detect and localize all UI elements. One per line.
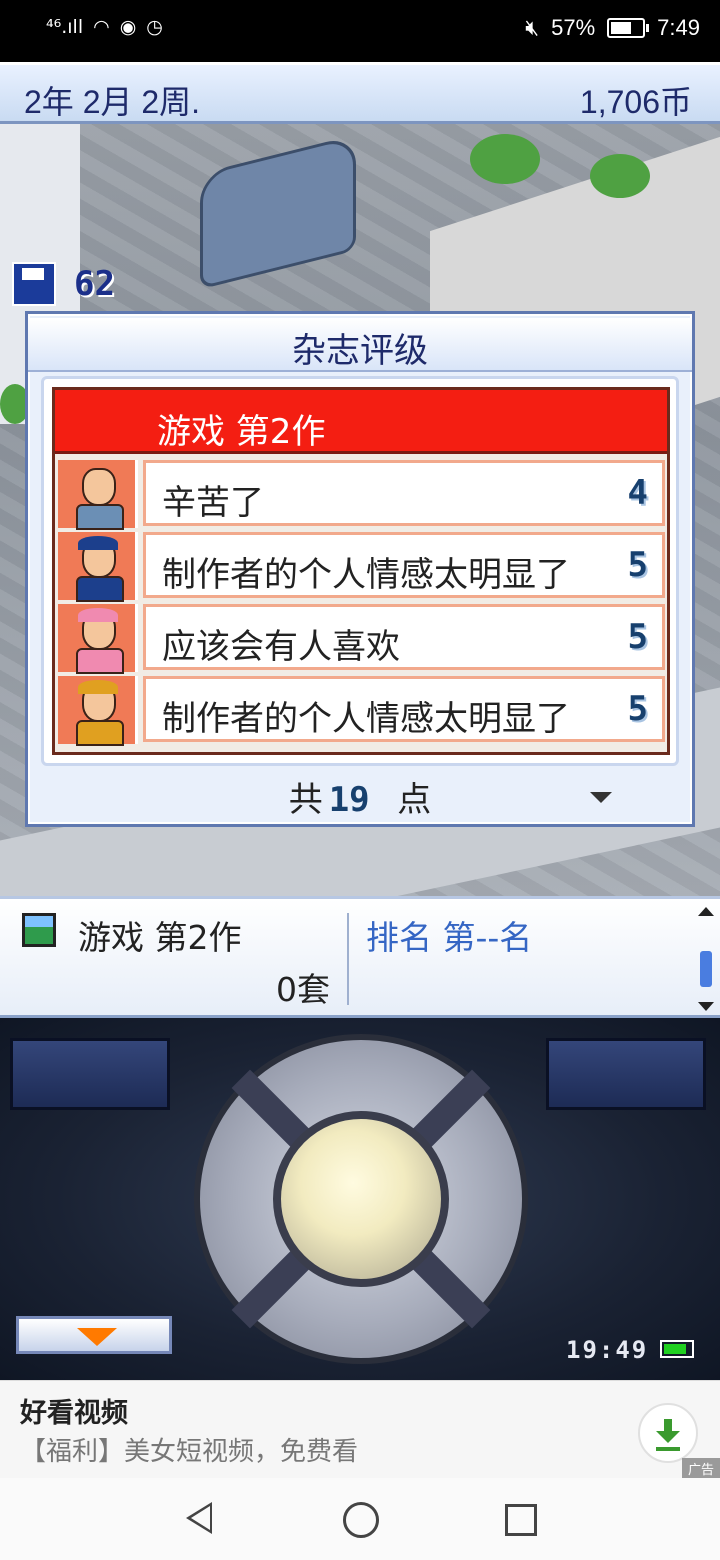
avatar-body [76, 720, 124, 746]
left-soft-button[interactable] [10, 1038, 170, 1110]
review-score: 5 [627, 617, 648, 657]
total-suffix: 点 [397, 780, 432, 820]
review-comment: 制作者的个人情感太明显了 [162, 555, 570, 595]
info-rank: 排名 第--名 [366, 918, 533, 957]
scroll-thumb[interactable] [700, 951, 712, 987]
download-arrow-head [656, 1431, 680, 1443]
battery-icon [607, 18, 650, 38]
home-icon[interactable] [343, 1502, 379, 1538]
review-comment-box: 辛苦了 4 [143, 460, 665, 526]
status-left: ⁴⁶.ıll ◠ ◉ ◷ [46, 16, 163, 38]
reviewer-avatar [58, 676, 138, 746]
review-comment-box: 应该会有人喜欢 5 [143, 604, 665, 670]
right-soft-button[interactable] [546, 1038, 706, 1110]
tree-sprite [590, 154, 650, 198]
timer-icon: ◷ [146, 16, 163, 38]
ad-tag: 广告 [681, 1458, 720, 1479]
download-base [656, 1447, 680, 1451]
game-battery-fill [664, 1344, 686, 1354]
game-clock: 19:49 [566, 1336, 649, 1364]
review-header: 游戏 第2作 [55, 390, 667, 454]
menu-button[interactable] [16, 1316, 172, 1354]
review-score: 5 [627, 545, 648, 585]
wifi-icon: ◠ [93, 16, 110, 38]
divider [347, 913, 349, 1005]
game-info-panel: 游戏 第2作 0套 排名 第--名 [0, 896, 720, 1018]
next-arrow-icon[interactable] [590, 792, 612, 803]
avatar-face [82, 468, 116, 506]
game-date: 2年 2月 2周. [24, 84, 201, 120]
info-sales: 0套 [276, 970, 330, 1009]
total-prefix: 共 [288, 780, 323, 820]
mute-icon: 🔇︎ [525, 15, 540, 40]
tree-sprite [470, 134, 540, 184]
center-action-button[interactable] [273, 1111, 449, 1287]
avatar-body [76, 576, 124, 602]
scroll-down-icon[interactable] [698, 1002, 714, 1011]
status-right: 🔇︎ 57% 7:49 [525, 15, 700, 41]
review-comment: 制作者的个人情感太明显了 [162, 699, 570, 739]
review-row: 制作者的个人情感太明显了 5 [55, 530, 667, 602]
status-time: 7:49 [657, 15, 700, 40]
reviewer-avatar [58, 604, 138, 674]
review-comment: 应该会有人喜欢 [162, 627, 400, 667]
recent-apps-icon[interactable] [505, 1504, 537, 1536]
ad-banner[interactable]: 好看视频 【福利】美女短视频，免费看 广告 [0, 1380, 720, 1479]
virtual-controller: 19:49 [0, 1018, 720, 1380]
car-sprite [200, 134, 356, 290]
avatar-hat [78, 536, 118, 550]
download-icon[interactable] [638, 1403, 698, 1463]
status-bar: ⁴⁶.ıll ◠ ◉ ◷ 🔇︎ 57% 7:49 [0, 0, 720, 62]
info-game-name: 游戏 第2作 [78, 918, 242, 957]
menu-down-arrow-icon [77, 1328, 117, 1346]
review-panel: 游戏 第2作 辛苦了 4 制作者的个人情感太明显了 5 应该会有人喜欢 5 制作… [41, 376, 679, 766]
review-comment: 辛苦了 [162, 483, 264, 523]
back-icon[interactable] [186, 1502, 212, 1534]
review-score: 4 [627, 473, 648, 513]
review-game-title: 游戏 第2作 [157, 412, 326, 452]
review-dialog: 杂志评级 游戏 第2作 辛苦了 4 制作者的个人情感太明显了 5 应该会有人喜欢… [25, 311, 695, 827]
save-icon[interactable] [12, 262, 56, 306]
scroll-up-icon[interactable] [698, 907, 714, 916]
avatar-body [76, 504, 124, 530]
review-row: 应该会有人喜欢 5 [55, 602, 667, 674]
reviewer-avatar [58, 532, 138, 602]
review-comment-box: 制作者的个人情感太明显了 5 [143, 532, 665, 598]
info-scrollbar[interactable] [698, 907, 714, 1011]
game-top-bar: 2年 2月 2周. 1,706币 [0, 62, 720, 124]
review-card: 游戏 第2作 辛苦了 4 制作者的个人情感太明显了 5 应该会有人喜欢 5 制作… [52, 387, 670, 755]
avatar-hair [78, 608, 118, 622]
battery-percent: 57% [551, 15, 596, 40]
review-comment-box: 制作者的个人情感太明显了 5 [143, 676, 665, 742]
money-display: 1,706币 [579, 84, 692, 120]
total-value: 19 [328, 780, 370, 820]
signal-icon: ⁴⁶.ıll [46, 16, 84, 38]
avatar-body [76, 648, 124, 674]
save-count: 62 [74, 264, 115, 304]
system-nav-bar [0, 1478, 720, 1560]
review-row: 辛苦了 4 [55, 458, 667, 530]
ad-title: 好看视频 [20, 1398, 128, 1429]
reviewer-avatar [58, 460, 138, 530]
eye-icon: ◉ [119, 16, 137, 38]
ad-description: 【福利】美女短视频，免费看 [20, 1437, 359, 1467]
game-cartridge-icon [22, 913, 56, 947]
review-score: 5 [627, 689, 648, 729]
game-battery-icon [660, 1340, 694, 1358]
avatar-hat [78, 680, 118, 694]
dialog-title: 杂志评级 [28, 318, 692, 372]
battery-fill [611, 22, 631, 34]
review-row: 制作者的个人情感太明显了 5 [55, 674, 667, 746]
